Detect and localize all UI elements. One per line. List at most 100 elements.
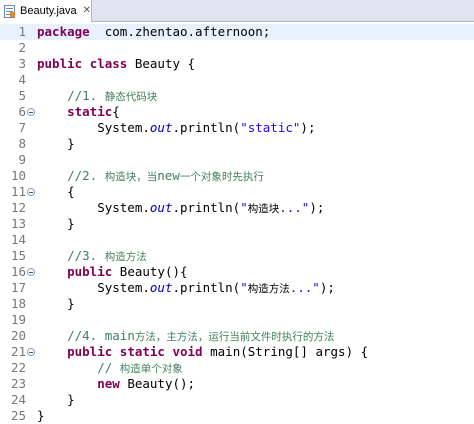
code-line[interactable]: 11 { — [0, 184, 474, 200]
close-icon[interactable]: ✕ — [83, 6, 91, 16]
fold-collapse-icon[interactable] — [27, 108, 35, 116]
code-token: ); — [319, 280, 335, 295]
code-line[interactable]: 8 } — [0, 136, 474, 152]
code-text: public class Beauty { — [37, 56, 195, 72]
code-token: static — [67, 104, 113, 119]
code-text: System.out.println("构造方法..."); — [37, 280, 335, 297]
code-text: } — [37, 136, 75, 152]
code-line[interactable]: 6 static{ — [0, 104, 474, 120]
tab-beauty-java[interactable]: Beauty.java ✕ — [0, 0, 92, 22]
code-line[interactable]: 22 // 构造单个对象 — [0, 360, 474, 376]
code-token: //3. — [67, 248, 105, 263]
line-number: 24 — [10, 392, 26, 407]
code-text: public static void main(String[] args) { — [37, 344, 368, 360]
code-token: com.zhentao.afternoon; — [89, 24, 271, 39]
code-token: System. — [37, 280, 150, 295]
code-token: { — [112, 104, 120, 119]
code-text: public Beauty(){ — [37, 264, 188, 280]
code-line[interactable]: 1 package com.zhentao.afternoon; — [0, 24, 474, 40]
line-number: 8 — [18, 136, 26, 151]
code-text: //4. main方法，主方法，运行当前文件时执行的方法 — [37, 328, 334, 345]
code-token: //1. — [67, 88, 105, 103]
code-text: package com.zhentao.afternoon; — [37, 24, 270, 40]
line-number: 17 — [10, 280, 26, 295]
code-text: static{ — [37, 104, 120, 120]
code-token: 静态代码块 — [104, 91, 158, 103]
code-token: public — [37, 56, 83, 71]
code-line[interactable]: 14 — [0, 232, 474, 248]
line-number: 15 — [10, 248, 26, 263]
code-token: System. — [37, 200, 150, 215]
code-token: .println( — [172, 200, 241, 215]
code-token: class — [89, 56, 128, 71]
code-line[interactable]: 3 public class Beauty { — [0, 56, 474, 72]
line-number: 5 — [18, 88, 26, 103]
code-line[interactable]: 4 — [0, 72, 474, 88]
code-editor[interactable]: 1 package com.zhentao.afternoon; 2 3 public … — [0, 22, 474, 423]
code-line[interactable]: 13 } — [0, 216, 474, 232]
line-number: 14 — [10, 232, 26, 247]
code-line[interactable]: 24 } — [0, 392, 474, 408]
code-token: Beauty(){ — [112, 264, 188, 279]
code-text: // 构造单个对象 — [37, 360, 183, 377]
code-token: 方法，主方法，运行当前文件时执行的方法 — [134, 331, 335, 343]
code-token: package — [37, 24, 90, 39]
line-number: 23 — [10, 376, 26, 391]
code-token: } — [37, 408, 45, 423]
code-line[interactable]: 21 public static void main(String[] args… — [0, 344, 474, 360]
code-line[interactable]: 10 //2. 构造块，当new一个对象时先执行 — [0, 168, 474, 184]
code-token: ..." — [289, 280, 320, 295]
code-text: //1. 静态代码块 — [37, 88, 157, 105]
code-line[interactable]: 15 //3. 构造方法 — [0, 248, 474, 264]
code-token: void — [172, 344, 203, 359]
code-line[interactable]: 2 — [0, 40, 474, 56]
code-token: 构造方法 — [104, 251, 147, 263]
code-line[interactable]: 12 System.out.println("构造块..."); — [0, 200, 474, 216]
code-token: { — [37, 184, 75, 199]
code-token: 构造单个对象 — [119, 363, 183, 375]
code-token: ..." — [279, 200, 310, 215]
code-line[interactable]: 16 public Beauty(){ — [0, 264, 474, 280]
code-token: ); — [300, 120, 316, 135]
line-number: 22 — [10, 360, 26, 375]
code-line[interactable]: 7 System.out.println("static"); — [0, 120, 474, 136]
line-number: 6 — [18, 104, 26, 119]
fold-collapse-icon[interactable] — [27, 348, 35, 356]
fold-collapse-icon[interactable] — [27, 188, 35, 196]
line-number: 3 — [18, 56, 26, 71]
code-token: // — [97, 360, 120, 375]
code-text: System.out.println("构造块..."); — [37, 200, 324, 217]
code-token: //2. — [67, 168, 105, 183]
code-line[interactable]: 23 new Beauty(); — [0, 376, 474, 392]
line-number: 7 — [18, 120, 26, 135]
code-line[interactable]: 17 System.out.println("构造方法..."); — [0, 280, 474, 296]
code-text: } — [37, 296, 75, 312]
code-text: new Beauty(); — [37, 376, 195, 392]
code-line[interactable]: 5 //1. 静态代码块 — [0, 88, 474, 104]
code-line[interactable]: 18 } — [0, 296, 474, 312]
fold-collapse-icon[interactable] — [27, 268, 35, 276]
code-token: Beauty(); — [119, 376, 196, 391]
line-number: 4 — [18, 72, 26, 87]
code-token: out — [149, 280, 173, 295]
code-token: new — [157, 168, 180, 183]
code-token: 构造方法 — [247, 283, 290, 295]
code-token: " — [240, 280, 248, 295]
code-token: "static" — [240, 120, 301, 135]
code-line[interactable]: 19 — [0, 312, 474, 328]
code-line[interactable]: 9 — [0, 152, 474, 168]
code-token: out — [149, 120, 173, 135]
code-token: " — [240, 200, 248, 215]
code-line[interactable]: 20 //4. main方法，主方法，运行当前文件时执行的方法 — [0, 328, 474, 344]
line-number: 11 — [10, 184, 26, 199]
code-token: 一个对象时先执行 — [179, 171, 264, 183]
